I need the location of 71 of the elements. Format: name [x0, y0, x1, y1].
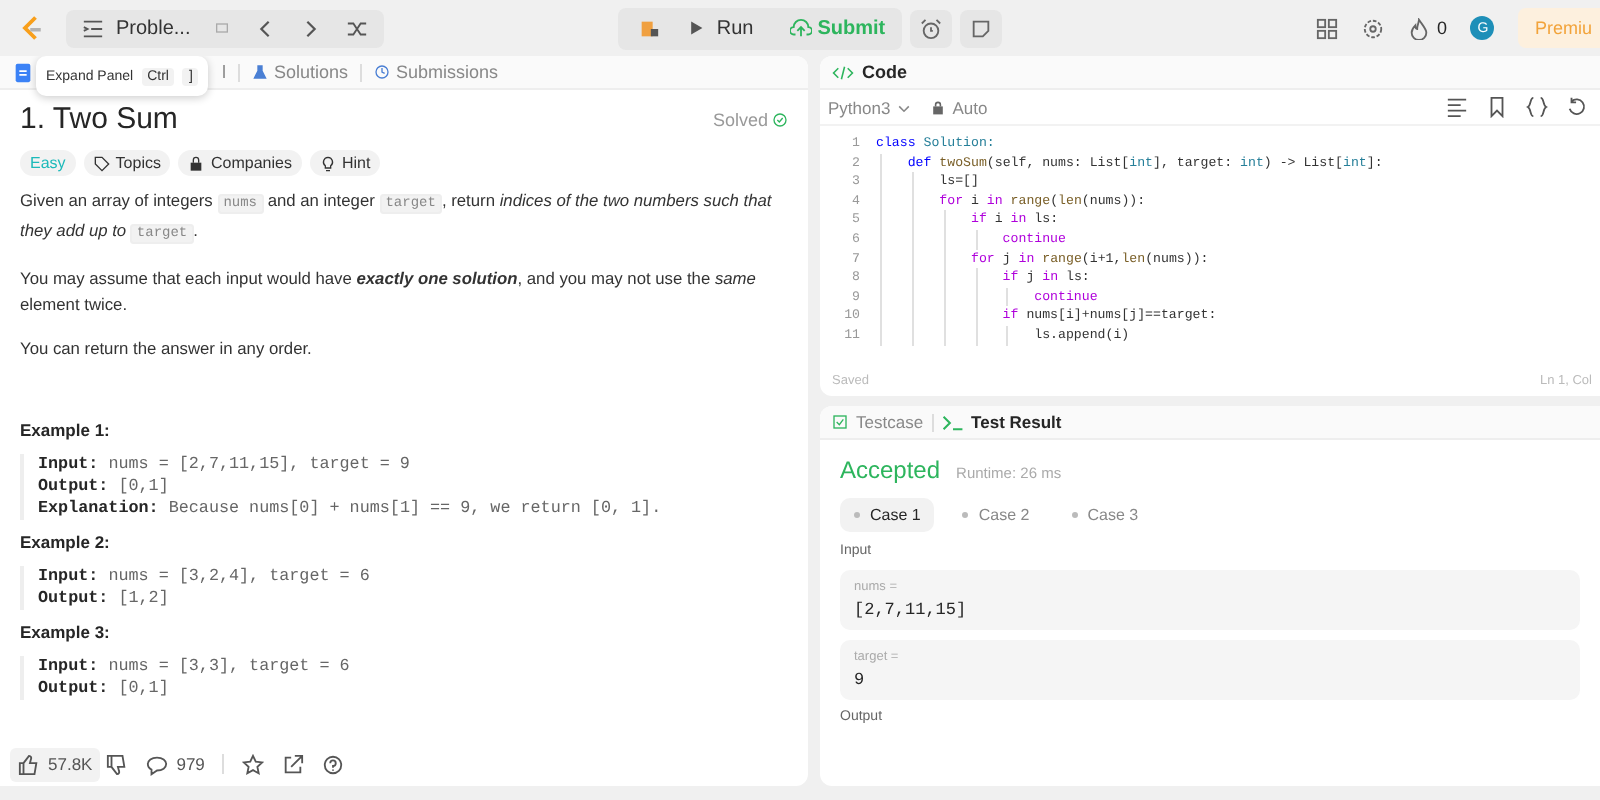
- terminal-icon: [941, 411, 964, 433]
- difficulty-tag: Easy: [20, 150, 76, 176]
- check-circle-icon: [772, 111, 788, 127]
- code-icon: [832, 61, 854, 83]
- lock-icon: [188, 155, 205, 171]
- result-tab[interactable]: Testcase: [832, 412, 924, 432]
- braces-icon[interactable]: [1526, 96, 1548, 118]
- solved-status: Solved: [712, 109, 788, 129]
- list-icon: [82, 17, 104, 39]
- tag-icon: [93, 155, 110, 171]
- alarm-clock-icon: [919, 17, 942, 39]
- tag-button[interactable]: Topics: [83, 150, 171, 176]
- lightbulb-icon: [319, 155, 336, 171]
- panel-tab[interactable]: Solutions: [252, 62, 349, 82]
- note-button[interactable]: [959, 9, 1002, 47]
- settings-icon[interactable]: [1362, 17, 1385, 39]
- share-icon[interactable]: [282, 753, 305, 775]
- like-button[interactable]: 57.8K: [10, 747, 101, 781]
- example-title: Example 3:: [20, 622, 112, 642]
- tag-button[interactable]: Hint: [309, 150, 381, 176]
- problem-title: 1. Two Sum: [20, 102, 178, 136]
- case-tab[interactable]: Case 2: [948, 498, 1044, 532]
- star-icon[interactable]: [242, 753, 265, 775]
- submit-button[interactable]: Submit: [773, 7, 902, 49]
- format-icon[interactable]: [1446, 96, 1468, 118]
- checkbox-icon: [832, 414, 848, 430]
- dislike-icon[interactable]: [106, 753, 129, 775]
- thumbs-up-icon: [18, 753, 40, 775]
- panel-tab[interactable]: Submissions: [374, 62, 499, 82]
- bookmark-icon[interactable]: [1486, 96, 1508, 118]
- description-paragraph: You may assume that each input would have exactly one solution, and you may not use the same element twice.: [20, 266, 758, 318]
- lock-icon: [930, 99, 947, 115]
- grid-icon[interactable]: [1316, 17, 1339, 39]
- debug-icon[interactable]: [638, 17, 661, 39]
- case-tab[interactable]: Case 3: [1057, 498, 1153, 532]
- language-dropdown[interactable]: Python3: [828, 97, 913, 117]
- result-tab[interactable]: Test Result: [941, 411, 1062, 433]
- example-line: Output: [1,2]: [38, 588, 171, 610]
- example-line: Output: [0,1]: [38, 678, 171, 700]
- comment-icon: [146, 753, 169, 775]
- auto-mode-button[interactable]: Auto: [930, 97, 988, 117]
- note-icon: [969, 17, 992, 39]
- clock-icon: [374, 64, 391, 80]
- description-icon[interactable]: [12, 61, 34, 83]
- panel-tab[interactable]: l: [222, 62, 226, 82]
- case-tab[interactable]: Case 1: [840, 498, 935, 532]
- streak-count: 0: [1436, 18, 1447, 38]
- alarm-button[interactable]: [909, 9, 952, 47]
- example-line: Input: nums = [2,7,11,15], target = 9: [38, 454, 412, 476]
- problem-list-button[interactable]: Proble...: [82, 17, 191, 39]
- example-title: Example 1:: [20, 420, 112, 440]
- verdict: Accepted: [840, 456, 941, 484]
- description-paragraph: You can return the answer in any order.: [20, 336, 314, 362]
- example-line: Input: nums = [3,3], target = 6: [38, 656, 352, 678]
- example-line: Input: nums = [3,2,4], target = 6: [38, 566, 372, 588]
- panel-title: Code: [862, 62, 907, 82]
- variable-value: [2,7,11,15]: [854, 600, 969, 620]
- flask-icon: [252, 64, 268, 80]
- flame-icon[interactable]: [1408, 17, 1431, 39]
- help-icon[interactable]: [322, 753, 345, 775]
- comments-button[interactable]: 979: [146, 753, 205, 775]
- variable-value: 9: [854, 670, 867, 690]
- shuffle-icon[interactable]: [346, 17, 369, 39]
- tag-button[interactable]: Companies: [178, 150, 302, 176]
- example-line: Output: [0,1]: [38, 476, 171, 498]
- reset-icon[interactable]: [1566, 96, 1588, 118]
- premium-button[interactable]: Premiu: [1518, 8, 1600, 48]
- example-line: Explanation: Because nums[0] + nums[1] == 9, we return [0, 1].: [38, 498, 664, 520]
- example-title: Example 2:: [20, 532, 112, 552]
- upload-cloud-icon: [789, 17, 812, 39]
- play-icon: [688, 20, 705, 36]
